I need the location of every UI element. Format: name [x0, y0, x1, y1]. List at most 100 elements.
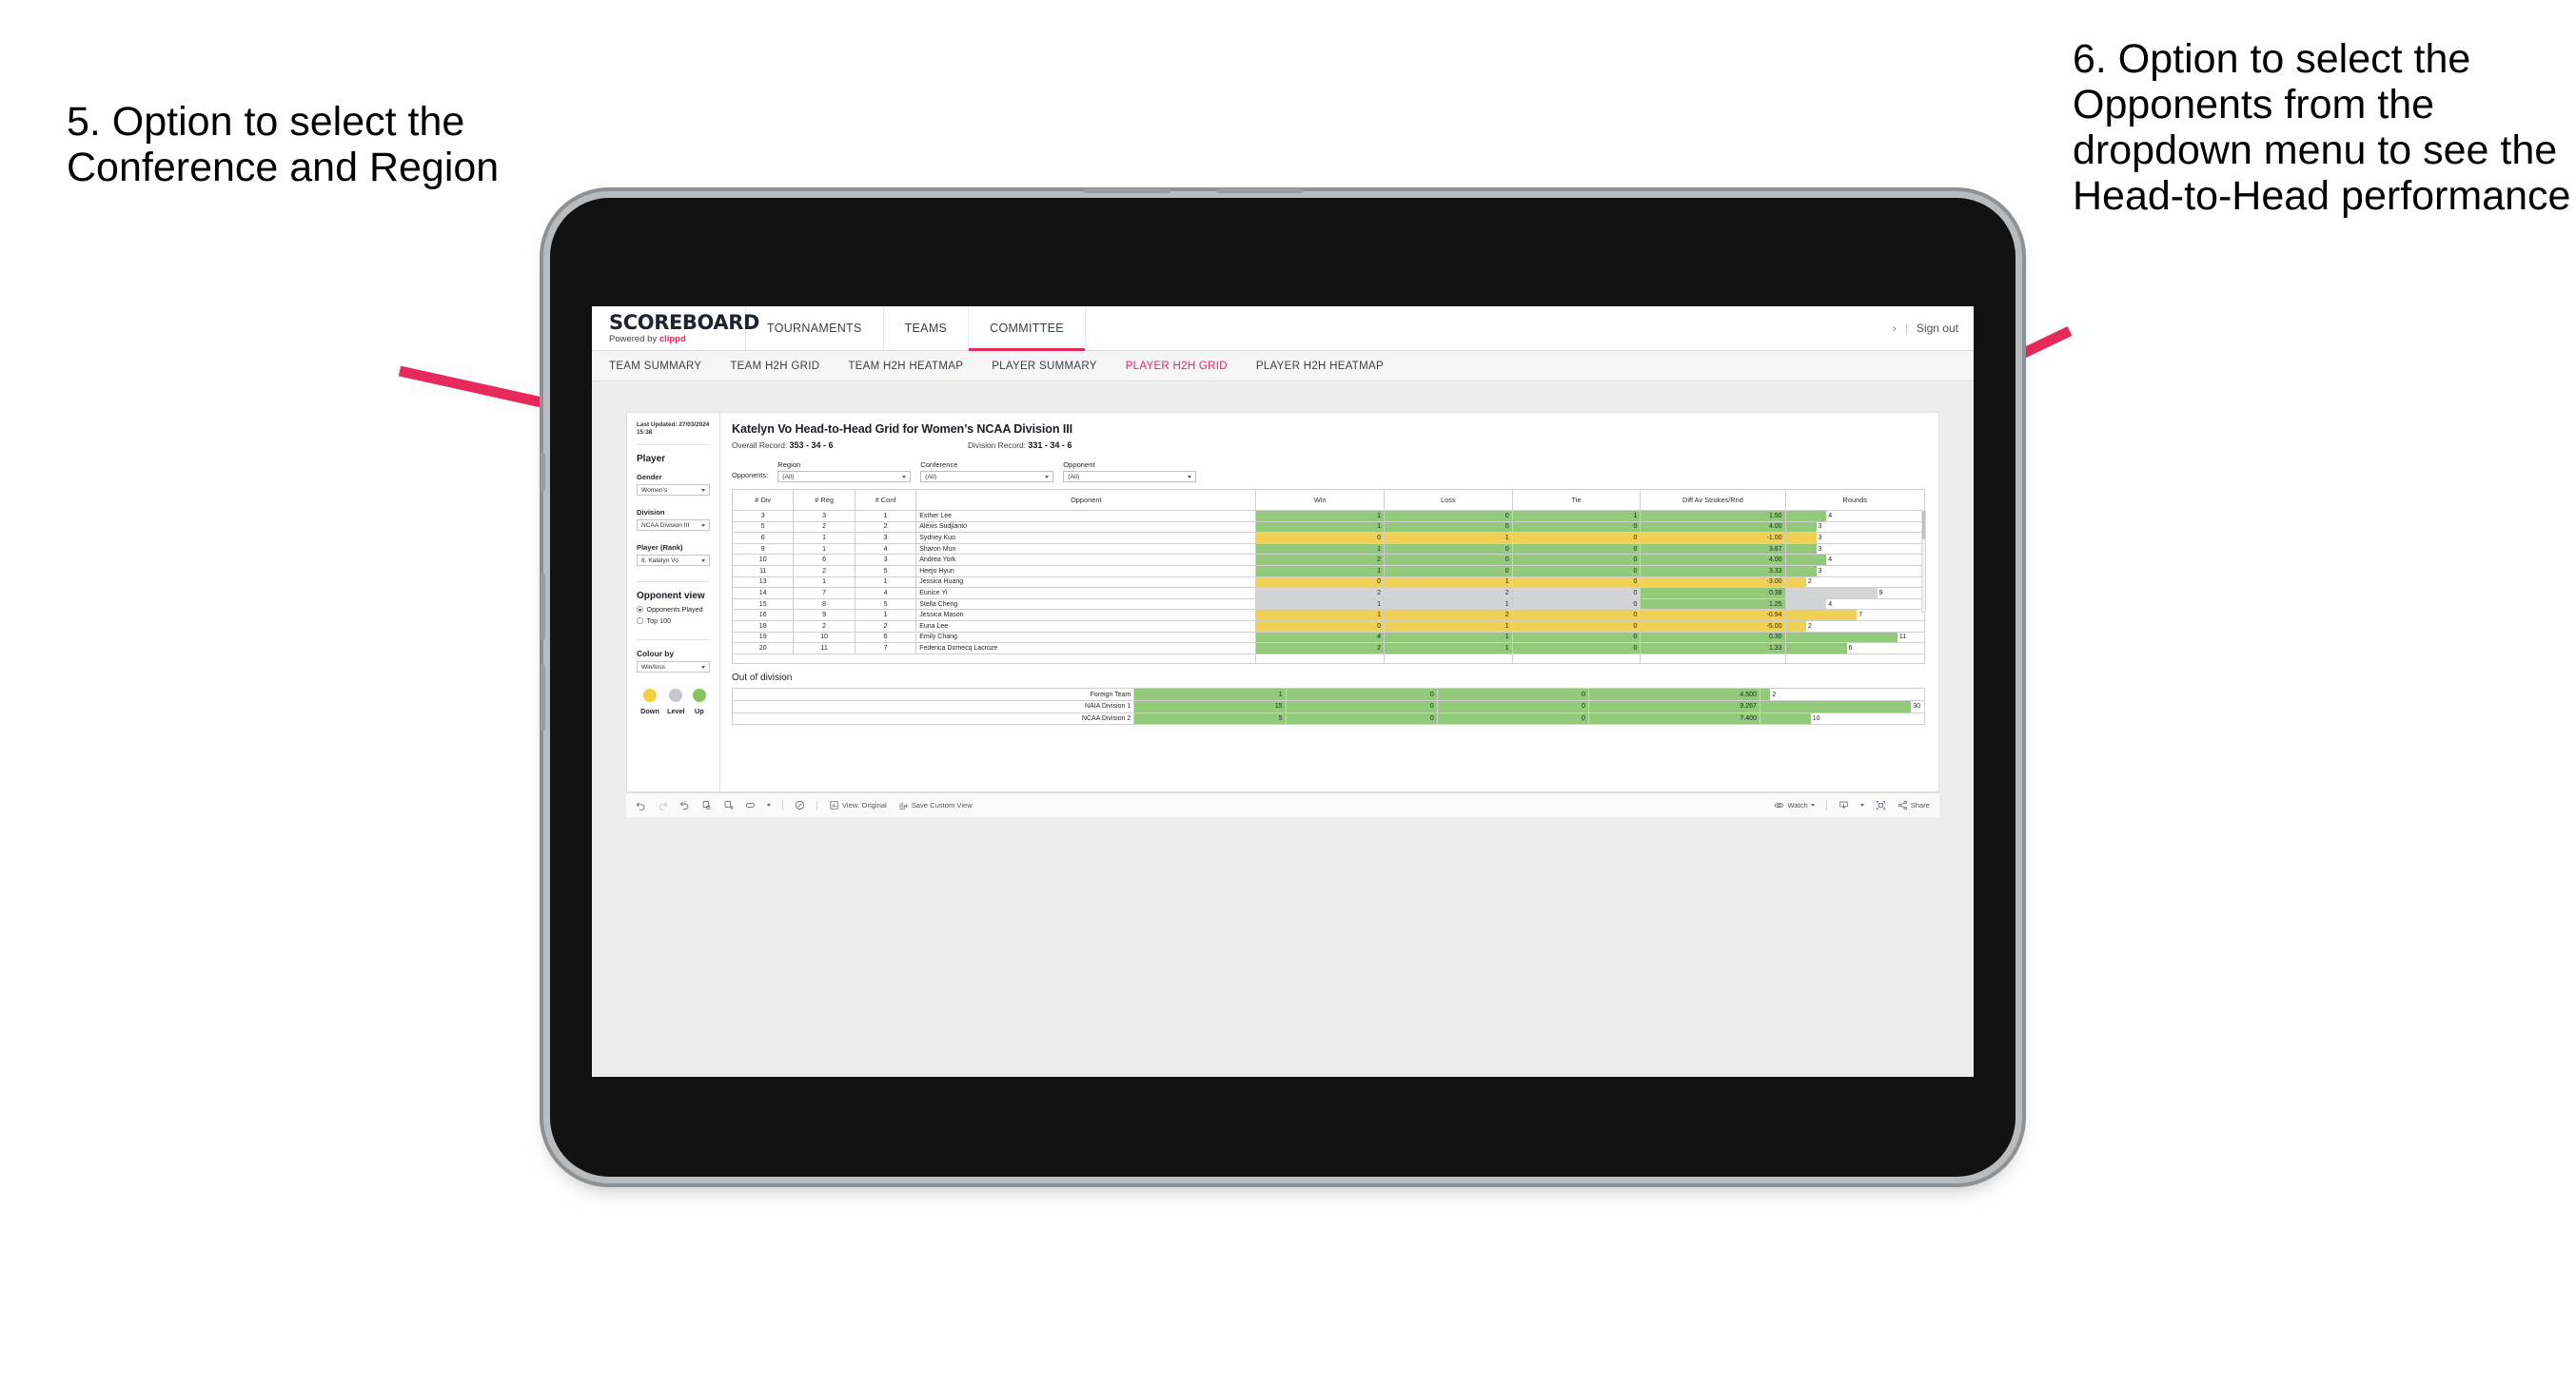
nav-item-committee[interactable]: COMMITTEE	[969, 306, 1086, 351]
cell-win: 1	[1255, 542, 1386, 556]
radio-top-100[interactable]: Top 100	[637, 616, 710, 625]
h2h-grid-table: # Div # Reg # Conf Opponent Win Loss Tie…	[731, 489, 1926, 665]
cell-loss: 0	[1285, 699, 1438, 713]
cell-loss: 1	[1384, 619, 1513, 633]
rounds-bar: 30	[1760, 700, 1924, 713]
cell-reg: 8	[793, 597, 855, 611]
player-rank-select[interactable]: 8. Katelyn Vo	[637, 555, 710, 566]
division-record-value: 331 - 34 - 6	[1028, 440, 1072, 450]
grid-scrollbar-thumb[interactable]	[1922, 511, 1925, 539]
tab-team-h2h-grid[interactable]: TEAM H2H GRID	[730, 361, 819, 372]
col-reg: # Reg	[793, 489, 855, 511]
cell-win: 2	[1255, 554, 1386, 566]
tab-team-summary[interactable]: TEAM SUMMARY	[609, 361, 701, 372]
table-row[interactable]: 19 10 6 Emily Chang 4 1 0 0.30 11	[731, 631, 1926, 644]
col-rounds: Rounds	[1784, 489, 1926, 511]
undo-icon[interactable]	[636, 800, 646, 810]
cell-loss: 0	[1384, 542, 1513, 556]
watch-button[interactable]: Watch	[1774, 800, 1815, 810]
primary-nav: TOURNAMENTS TEAMS COMMITTEE	[746, 306, 1086, 351]
cell-tie: 0	[1511, 597, 1642, 611]
table-row[interactable]: 5 2 2 Alexis Sudjianto 1 0 0 4.00 3	[731, 520, 1926, 534]
rounds-bar-value: 30	[1913, 703, 1921, 711]
rounds-bar-fill	[1785, 643, 1847, 654]
tab-player-h2h-grid[interactable]: PLAYER H2H GRID	[1126, 361, 1228, 372]
nav-item-teams[interactable]: TEAMS	[884, 306, 970, 350]
pause-updates-icon[interactable]	[723, 800, 734, 810]
region-select[interactable]: (All)	[777, 471, 912, 482]
cell-conf: 7	[854, 642, 917, 654]
workspace: Last Updated: 27/03/2024 15:38 Player Ge…	[592, 381, 1974, 1076]
chevron-down-icon[interactable]	[767, 804, 771, 807]
sign-out-link[interactable]: Sign out	[1917, 322, 1958, 335]
nav-item-tournaments[interactable]: TOURNAMENTS	[746, 306, 884, 350]
filters-row: Opponents: Region (All) Conference (All)…	[732, 460, 1925, 482]
table-row[interactable]: 10 6 3 Andrea York 2 0 0 4.00 4	[731, 554, 1926, 566]
colour-by-select[interactable]: Win/loss	[637, 661, 710, 673]
cell-opponent: Federica Domecq Lacroze	[915, 642, 1257, 654]
revert-icon[interactable]	[679, 800, 690, 810]
chevron-down-icon	[701, 558, 705, 562]
view-original-button[interactable]: View: Original	[829, 800, 887, 810]
header-right-actions: › | Sign out	[1893, 306, 1974, 350]
table-row[interactable]: 11 2 5 Heejo Hyun 1 0 0 3.33 3	[731, 564, 1926, 577]
table-row[interactable]: 18 2 2 Euna Lee 0 1 0 -5.00 2	[731, 619, 1926, 633]
table-row[interactable]: 15 8 5 Stella Cheng 1 1 0 1.25 4	[731, 597, 1926, 611]
fullscreen-icon[interactable]	[1876, 800, 1886, 810]
cell-loss: 1	[1384, 597, 1513, 611]
rounds-bar-fill	[1785, 543, 1817, 555]
table-row[interactable]: 9 1 4 Sharon Mun 1 0 0 3.67 3	[731, 542, 1926, 556]
grid-scrollbar[interactable]	[1921, 510, 1926, 613]
chevron-down-icon	[1045, 475, 1050, 478]
main-panel: Katelyn Vo Head-to-Head Grid for Women’s…	[720, 413, 1938, 791]
conference-select[interactable]: (All)	[920, 471, 1054, 482]
tab-player-h2h-heatmap[interactable]: PLAYER H2H HEATMAP	[1256, 361, 1384, 372]
cell-rounds: 6	[1784, 642, 1926, 654]
cell-conf: 1	[854, 576, 917, 589]
chevron-down-icon[interactable]	[1859, 804, 1864, 807]
table-row[interactable]: Foreign Team 1 0 0 4.500 2	[731, 688, 1926, 701]
save-custom-view-button[interactable]: Save Custom View	[898, 800, 973, 810]
cell-diff: 3.33	[1640, 564, 1786, 577]
chevron-right-icon[interactable]: ›	[1893, 322, 1897, 335]
cell-loss: 2	[1384, 587, 1513, 599]
share-button[interactable]: Share	[1898, 800, 1930, 810]
cell-opponent: Euna Lee	[915, 619, 1257, 633]
filter-region-label: Region	[777, 460, 801, 469]
h2h-grid-head: # Div # Reg # Conf Opponent Win Loss Tie…	[731, 489, 1926, 511]
rounds-bar: 10	[1760, 713, 1924, 725]
division-record-label: Division Record:	[968, 440, 1026, 450]
radio-opponents-played[interactable]: Opponents Played	[637, 605, 710, 614]
cell-reg: 2	[793, 619, 855, 633]
table-row[interactable]: 13 1 1 Jessica Huang 0 1 0 -3.00 2	[731, 576, 1926, 589]
player-rank-label: Player (Rank)	[637, 543, 683, 552]
refresh-data-icon[interactable]	[701, 800, 712, 810]
cell-tie: 0	[1511, 631, 1642, 644]
cell-diff: 1.33	[1640, 642, 1786, 654]
cell-diff: 4.500	[1587, 688, 1760, 701]
device-button-left-1	[541, 453, 545, 491]
cell-loss: 0	[1384, 520, 1513, 534]
tab-player-summary[interactable]: PLAYER SUMMARY	[992, 361, 1097, 372]
opponent-select[interactable]: (All)	[1063, 471, 1197, 482]
filter-opponent-label: Opponent	[1063, 460, 1095, 469]
table-row[interactable]: 14 7 4 Eunice Yi 2 2 0 0.38 9	[731, 587, 1926, 599]
table-row[interactable]: 20 11 7 Federica Domecq Lacroze 2 1 0 1.33 6	[731, 642, 1926, 654]
table-row[interactable]: NAIA Division 1 15 0 0 9.267 30	[731, 699, 1926, 713]
cell-opponent: Jessica Mason	[915, 609, 1257, 621]
pace-clock-icon[interactable]	[795, 800, 805, 810]
legend-dot-level	[669, 689, 683, 702]
table-row[interactable]: 16 9 1 Jessica Mason 1 2 0 -0.94 7	[731, 609, 1926, 621]
table-row[interactable]: 3 3 1 Esther Lee 1 0 1 1.50 4	[731, 510, 1926, 522]
division-select[interactable]: NCAA Division III	[637, 519, 710, 531]
table-row[interactable]: NCAA Division 2 5 0 0 7.400 10	[731, 712, 1926, 726]
table-row[interactable]: 6 1 3 Sydney Kuo 0 1 0 -1.00 3	[731, 532, 1926, 544]
save-view-icon	[898, 800, 909, 810]
app-logo[interactable]: SCOREBOARD Powered by clippd	[592, 306, 759, 350]
highlight-icon[interactable]	[745, 800, 756, 810]
gender-select[interactable]: Women’s	[637, 484, 710, 496]
tab-team-h2h-heatmap[interactable]: TEAM H2H HEATMAP	[848, 361, 963, 372]
download-icon[interactable]	[1839, 800, 1849, 810]
redo-icon[interactable]	[658, 800, 668, 810]
gender-label: Gender	[637, 473, 662, 481]
